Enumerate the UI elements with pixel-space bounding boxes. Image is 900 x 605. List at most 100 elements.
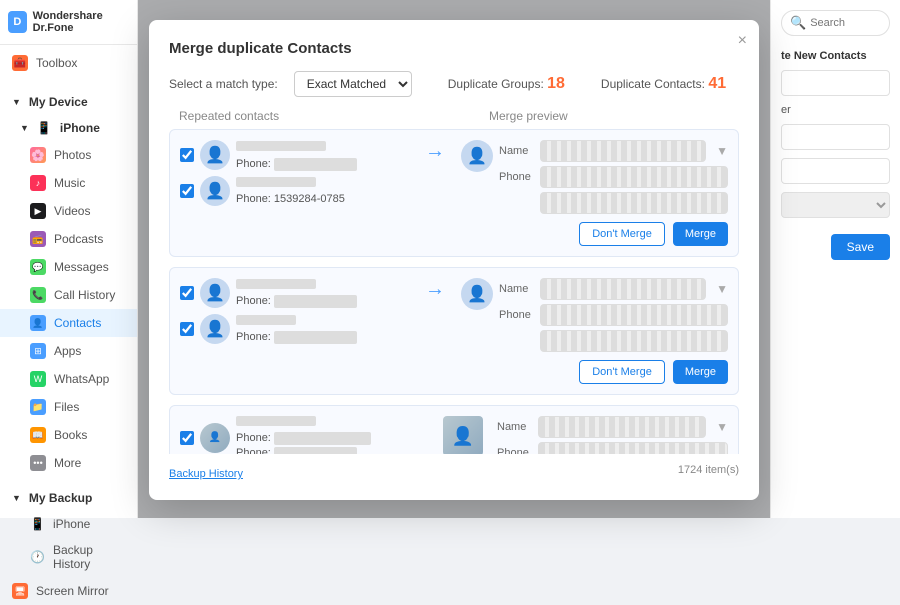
preview-1-phone-label: Phone	[499, 171, 534, 183]
iphone-icon: 📱	[37, 121, 52, 135]
column-headers: Repeated contacts Merge preview	[169, 109, 739, 123]
preview-2-phone-label: Phone	[499, 309, 534, 321]
preview-3-name-input	[538, 416, 706, 438]
preview-1-extra-input	[540, 192, 728, 214]
group-1-contact-1-info: Phone: ██████████	[236, 141, 409, 170]
group-2-inner: 👤 Phone: ██████████ 👤	[180, 278, 728, 384]
whatsapp-icon: W	[30, 371, 46, 387]
preview-2-name-field: Name ▼	[499, 278, 728, 300]
modal-title: Merge duplicate Contacts	[169, 40, 739, 57]
toolbox-icon: 🧰	[12, 55, 28, 71]
sidebar-item-toolbox[interactable]: 🧰 Toolbox	[0, 49, 137, 77]
group-1-contact-2-checkbox[interactable]	[180, 184, 194, 198]
match-type-select[interactable]: Exact Matched	[294, 71, 412, 97]
extra-field[interactable]	[781, 158, 890, 184]
group-1-dont-merge-button[interactable]: Don't Merge	[579, 222, 665, 246]
search-icon: 🔍	[790, 15, 806, 31]
group-2-contact-1-phone: Phone: ██████████	[236, 295, 357, 307]
preview-3-phone-label: Phone	[497, 447, 532, 454]
group-1-contact-1-phone: Phone: ██████████	[236, 158, 357, 170]
sidebar-item-backup-iphone[interactable]: 📱 iPhone	[0, 511, 137, 537]
sidebar-item-videos[interactable]: ▶ Videos	[0, 197, 137, 225]
apps-icon: ⊞	[30, 343, 46, 359]
group-2-contact-2-avatar: 👤	[200, 314, 230, 344]
group-3-inner: 👤 Phone: ████████████ Phone: ██████████	[180, 416, 728, 454]
sidebar-item-apps[interactable]: ⊞ Apps	[0, 337, 137, 365]
group-1-contact-1-checkbox[interactable]	[180, 148, 194, 162]
match-type-label: Select a match type:	[169, 77, 278, 91]
files-icon: 📁	[30, 399, 46, 415]
preview-3-name-field: Name ▼	[497, 416, 728, 438]
group-2-merge-button[interactable]: Merge	[673, 360, 728, 384]
arrow-2-icon: →	[425, 278, 445, 301]
group-3-contact-1-checkbox[interactable]	[180, 431, 194, 445]
sidebar-item-callhistory[interactable]: 📞 Call History	[0, 281, 137, 309]
modal-close-button[interactable]: ×	[738, 32, 747, 50]
preview-3-dropdown-icon[interactable]: ▼	[716, 420, 728, 434]
backup-iphone-icon: 📱	[30, 517, 45, 531]
group-2-dont-merge-button[interactable]: Don't Merge	[579, 360, 665, 384]
messages-icon: 💬	[30, 259, 46, 275]
group-1-merge-button[interactable]: Merge	[673, 222, 728, 246]
sidebar-item-messages[interactable]: 💬 Messages	[0, 253, 137, 281]
modal-footer: Backup History 1724 item(s)	[169, 460, 739, 480]
sidebar-item-more[interactable]: ••• More	[0, 449, 137, 477]
preview-1-dropdown-icon[interactable]: ▼	[716, 144, 728, 158]
group-1-actions: Don't Merge Merge	[499, 222, 728, 246]
sidebar-item-files[interactable]: 📁 Files	[0, 393, 137, 421]
sidebar-mybackup[interactable]: ▼ My Backup	[0, 485, 137, 511]
sidebar-item-music[interactable]: ♪ Music	[0, 169, 137, 197]
history-icon: 🕐	[30, 550, 45, 564]
toolbox-section: 🧰 Toolbox	[0, 45, 137, 81]
col-preview-header: Merge preview	[489, 109, 568, 123]
photos-icon: 🌸	[30, 147, 46, 163]
sidebar-item-books[interactable]: 📖 Books	[0, 421, 137, 449]
status-text: 1724 item(s)	[678, 464, 739, 476]
search-input[interactable]	[810, 17, 881, 29]
preview-3-phone-field: Phone	[497, 442, 728, 454]
contacts-icon: 👤	[30, 315, 46, 331]
col-repeated-header: Repeated contacts	[179, 109, 489, 123]
group-3-contact-1-avatar: 👤	[200, 423, 230, 453]
group-2-contact-1-info: Phone: ██████████	[236, 279, 409, 307]
preview-1-phone-input	[540, 166, 728, 188]
sidebar-mydevice[interactable]: ▼ My Device	[0, 89, 137, 115]
group-1-contact-2-avatar: 👤	[200, 176, 230, 206]
group-2-contact-2: 👤 Phone: ██████████	[180, 314, 409, 344]
sidebar-item-whatsapp[interactable]: W WhatsApp	[0, 365, 137, 393]
group-2-contact-2-checkbox[interactable]	[180, 322, 194, 336]
app-header: D Wondershare Dr.Fone	[0, 0, 137, 45]
group-2-contact-1-avatar: 👤	[200, 278, 230, 308]
group-1-contact-2: 👤 Phone: 1539284-0785	[180, 176, 409, 206]
preview-1-name-field: Name ████████████ ▼	[499, 140, 728, 162]
sidebar-item-screen-mirror[interactable]: 🖥 Screen Mirror	[0, 577, 137, 605]
sidebar-item-contacts[interactable]: 👤 Contacts	[0, 309, 137, 337]
main-content: Merge duplicate Contacts × Select a matc…	[138, 0, 770, 518]
more-icon: •••	[30, 455, 46, 471]
sidebar-iphone[interactable]: ▼ 📱 iPhone	[0, 115, 137, 141]
search-bar[interactable]: 🔍	[781, 10, 890, 36]
sidebar-item-photos[interactable]: 🌸 Photos	[0, 141, 137, 169]
dup-contacts-stat: Duplicate Contacts: 41	[601, 75, 726, 93]
save-button[interactable]: Save	[831, 234, 890, 260]
group-1-contact-1-name	[236, 141, 326, 151]
preview-1-avatar: 👤	[461, 140, 493, 172]
dup-contacts-count: 41	[708, 75, 726, 92]
preview-2-phone-field: Phone	[499, 304, 728, 326]
dup-group-3: 👤 Phone: ████████████ Phone: ██████████	[169, 405, 739, 454]
name-field[interactable]	[781, 70, 890, 96]
er-label: er	[781, 104, 890, 116]
type-select[interactable]	[781, 192, 890, 218]
dup-contacts-label: Duplicate Contacts:	[601, 77, 705, 91]
preview-3-name-label: Name	[497, 421, 532, 433]
backup-history-link[interactable]: Backup History	[169, 468, 243, 480]
preview-2-dropdown-icon[interactable]: ▼	[716, 282, 728, 296]
sidebar-item-podcasts[interactable]: 📻 Podcasts	[0, 225, 137, 253]
dup-groups-stat: Duplicate Groups: 18	[448, 75, 565, 93]
number-field[interactable]	[781, 124, 890, 150]
group-2-contact-1-checkbox[interactable]	[180, 286, 194, 300]
sidebar-item-backup-history[interactable]: 🕐 Backup History	[0, 537, 137, 577]
group-3-preview-photo: 👤	[443, 416, 483, 454]
dup-group-1: 👤 Phone: ██████████ 👤	[169, 129, 739, 257]
preview-1-name-label: Name	[499, 145, 534, 157]
